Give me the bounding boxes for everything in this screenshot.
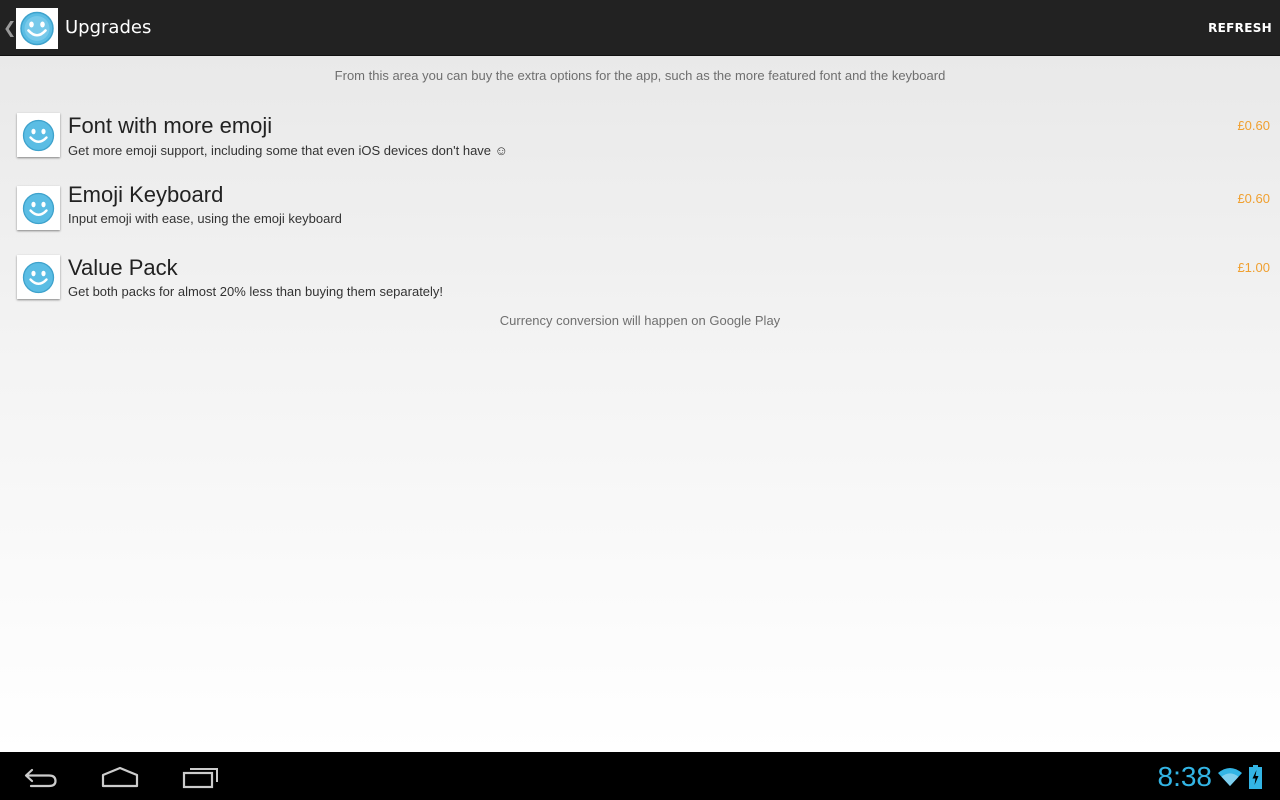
upgrade-title: Emoji Keyboard bbox=[68, 182, 224, 207]
currency-note: Currency conversion will happen on Googl… bbox=[499, 313, 781, 328]
status-clock: 8:38 bbox=[1157, 761, 1213, 792]
action-bar: ❮ Upgrades REFRESH bbox=[0, 0, 1280, 56]
up-navigation-icon[interactable]: ❮ bbox=[3, 18, 16, 38]
recent-apps-icon[interactable] bbox=[182, 764, 220, 794]
upgrade-price: £0.60 bbox=[1237, 118, 1270, 133]
upgrade-item-value-pack[interactable]: Value Pack Get both packs for almost 20%… bbox=[0, 255, 1280, 315]
upgrade-title: Value Pack bbox=[68, 255, 178, 280]
page-title: Upgrades bbox=[65, 17, 152, 38]
refresh-button[interactable]: REFRESH bbox=[1208, 20, 1272, 36]
wifi-icon bbox=[1217, 766, 1243, 792]
upgrade-description: Input emoji with ease, using the emoji k… bbox=[68, 211, 342, 226]
back-icon[interactable] bbox=[22, 764, 60, 794]
smiley-icon bbox=[17, 113, 60, 157]
intro-text: From this area you can buy the extra opt… bbox=[334, 68, 946, 83]
upgrade-item-keyboard[interactable]: Emoji Keyboard Input emoji with ease, us… bbox=[0, 182, 1280, 246]
smiley-icon bbox=[17, 255, 60, 299]
upgrade-title: Font with more emoji bbox=[68, 113, 273, 138]
system-navigation-bar: 8:38 bbox=[0, 752, 1280, 800]
home-icon[interactable] bbox=[100, 764, 140, 794]
upgrade-description: Get more emoji support, including some t… bbox=[68, 143, 508, 158]
upgrade-item-font[interactable]: Font with more emoji Get more emoji supp… bbox=[0, 113, 1280, 173]
upgrades-content: From this area you can buy the extra opt… bbox=[0, 56, 1280, 752]
battery-charging-icon bbox=[1249, 765, 1262, 793]
upgrade-description: Get both packs for almost 20% less than … bbox=[68, 284, 444, 299]
smiley-icon bbox=[17, 186, 60, 230]
upgrade-price: £0.60 bbox=[1237, 191, 1270, 206]
upgrade-price: £1.00 bbox=[1237, 260, 1270, 275]
app-smiley-icon[interactable] bbox=[16, 8, 58, 49]
